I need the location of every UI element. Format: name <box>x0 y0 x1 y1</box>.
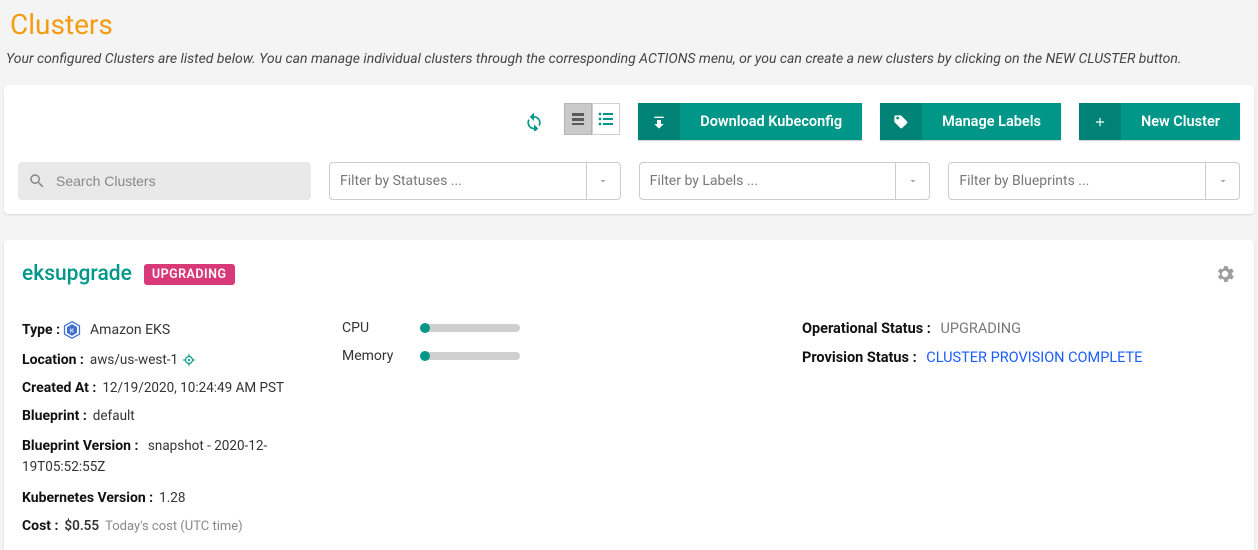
value-location: aws/us-west-1 <box>90 352 178 368</box>
manage-labels-label: Manage Labels <box>922 103 1061 140</box>
label-cpu: CPU <box>342 320 420 336</box>
location-target-icon <box>182 353 196 367</box>
toolbar: Download Kubeconfig Manage Labels New Cl… <box>18 103 1240 140</box>
label-type: Type : <box>22 322 60 338</box>
filter-labels[interactable]: Filter by Labels ... <box>639 162 931 200</box>
filter-statuses[interactable]: Filter by Statuses ... <box>329 162 621 200</box>
value-prov-status[interactable]: CLUSTER PROVISION COMPLETE <box>926 349 1142 366</box>
view-list-button[interactable] <box>592 103 620 135</box>
chevron-down-icon <box>1205 163 1239 199</box>
cpu-bar-dot <box>420 323 430 333</box>
page-subtitle: Your configured Clusters are listed belo… <box>4 51 1254 85</box>
label-created-at: Created At : <box>22 380 96 396</box>
value-cost: $0.55 <box>64 518 99 534</box>
cluster-settings-button[interactable] <box>1214 263 1236 285</box>
eks-icon: K <box>62 320 82 340</box>
cluster-meters-column: CPU Memory <box>342 320 782 546</box>
tag-icon <box>880 103 922 140</box>
value-op-status: UPGRADING <box>940 320 1021 337</box>
gear-icon <box>1214 263 1236 285</box>
refresh-button[interactable] <box>522 103 546 139</box>
page-title: Clusters <box>4 0 1254 51</box>
filter-blueprints-label: Filter by Blueprints ... <box>949 163 1205 199</box>
view-toggle <box>564 103 620 140</box>
cluster-status-column: Operational Status : UPGRADING Provision… <box>802 320 1236 546</box>
card-view-icon <box>571 112 585 126</box>
refresh-icon <box>524 111 544 131</box>
label-blueprint-version: Blueprint Version : <box>22 438 138 454</box>
filter-row: Filter by Statuses ... Filter by Labels … <box>18 162 1240 200</box>
cpu-bar <box>420 324 520 332</box>
value-type: Amazon EKS <box>90 322 170 338</box>
chevron-down-icon <box>895 163 929 199</box>
list-view-icon <box>598 112 614 126</box>
label-prov-status: Provision Status : <box>802 349 917 366</box>
search-icon <box>28 172 46 190</box>
value-blueprint: default <box>93 408 135 424</box>
cost-note: Today's cost (UTC time) <box>105 519 243 534</box>
manage-labels-button[interactable]: Manage Labels <box>880 103 1061 140</box>
label-memory: Memory <box>342 348 420 364</box>
view-card-button[interactable] <box>564 103 592 135</box>
search-input[interactable] <box>56 173 301 189</box>
filter-blueprints[interactable]: Filter by Blueprints ... <box>948 162 1240 200</box>
new-cluster-button[interactable]: New Cluster <box>1079 103 1240 140</box>
download-icon <box>638 103 680 140</box>
filter-statuses-label: Filter by Statuses ... <box>330 163 586 199</box>
chevron-down-icon <box>586 163 620 199</box>
label-blueprint: Blueprint : <box>22 408 87 424</box>
filter-labels-label: Filter by Labels ... <box>640 163 896 199</box>
cluster-name-link[interactable]: eksupgrade <box>22 262 132 286</box>
label-cost: Cost : <box>22 518 58 534</box>
filter-card: Download Kubeconfig Manage Labels New Cl… <box>4 85 1254 214</box>
download-kubeconfig-label: Download Kubeconfig <box>680 103 862 140</box>
plus-icon <box>1079 103 1121 140</box>
memory-bar <box>420 352 520 360</box>
value-k8s-version: 1.28 <box>159 490 185 506</box>
label-op-status: Operational Status : <box>802 320 931 337</box>
cluster-body: Type : K Amazon EKS Location : aws/us-we… <box>22 320 1236 546</box>
memory-meter: Memory <box>342 348 782 364</box>
label-location: Location : <box>22 352 84 368</box>
cluster-details-column: Type : K Amazon EKS Location : aws/us-we… <box>22 320 322 546</box>
cpu-meter: CPU <box>342 320 782 336</box>
memory-bar-dot <box>420 351 430 361</box>
value-created-at: 12/19/2020, 10:24:49 AM PST <box>102 380 284 396</box>
cluster-header: eksupgrade UPGRADING <box>22 262 1236 286</box>
cluster-card: eksupgrade UPGRADING Type : K <box>4 240 1254 550</box>
search-clusters[interactable] <box>18 162 311 200</box>
label-k8s-version: Kubernetes Version : <box>22 490 153 506</box>
download-kubeconfig-button[interactable]: Download Kubeconfig <box>638 103 862 140</box>
new-cluster-label: New Cluster <box>1121 103 1240 140</box>
status-badge: UPGRADING <box>144 264 235 285</box>
